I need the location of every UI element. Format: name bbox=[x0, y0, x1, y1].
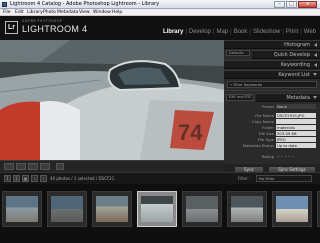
minimize-button[interactable]: – bbox=[274, 1, 285, 8]
histogram-header[interactable]: Histogram bbox=[224, 40, 320, 49]
file-type-field: JPEG bbox=[276, 137, 316, 142]
menu-bar: File Edit Library Photo Metadata View Wi… bbox=[0, 9, 320, 16]
thumbnail-image bbox=[231, 196, 263, 222]
filmstrip-info[interactable]: 40 photos / 1 selected / DSCF21 bbox=[50, 176, 114, 181]
menu-file[interactable]: File bbox=[3, 9, 11, 16]
menu-library[interactable]: Library bbox=[27, 9, 43, 16]
module-print[interactable]: Print bbox=[286, 29, 298, 35]
grid-view-button[interactable] bbox=[4, 163, 14, 170]
aircraft-photo: 74 bbox=[0, 40, 224, 160]
module-book[interactable]: Book bbox=[234, 29, 248, 35]
panel-divider bbox=[224, 90, 320, 91]
back-button[interactable]: ‹ bbox=[31, 175, 38, 182]
filter-select[interactable]: No Filter bbox=[256, 175, 312, 182]
filmstrip-thumbnail[interactable] bbox=[227, 191, 267, 227]
folder-field[interactable]: materials bbox=[276, 125, 316, 130]
quick-develop-header[interactable]: Quick Develop bbox=[252, 50, 320, 59]
expand-triangle-icon bbox=[313, 73, 317, 76]
thumbnail-image bbox=[51, 196, 83, 222]
window-title: Lightroom 4 Catalog - Adobe Photoshop Li… bbox=[10, 1, 160, 7]
title-bar: Lightroom 4 Catalog - Adobe Photoshop Li… bbox=[0, 0, 320, 9]
lightroom-logo: Lr bbox=[5, 21, 18, 34]
menu-help[interactable]: Help bbox=[112, 9, 122, 16]
rating-label: Rating bbox=[261, 154, 274, 159]
thumbnail-image bbox=[186, 196, 218, 222]
metadata-view-select[interactable]: EXIF and IPTC bbox=[226, 94, 254, 101]
right-panel: Histogram Defaults Quick Develop Keyword… bbox=[224, 40, 320, 164]
filmstrip-bar: 1 2 ▦ ‹ › 40 photos / 1 selected / DSCF2… bbox=[0, 172, 320, 184]
thumbnail-image bbox=[6, 196, 38, 222]
viewer-toolbar bbox=[0, 160, 224, 172]
module-library[interactable]: Library bbox=[163, 29, 183, 35]
display-two-icon[interactable]: 2 bbox=[13, 175, 20, 182]
field-label: Metadata Status bbox=[242, 143, 274, 148]
preset-label: Preset bbox=[262, 104, 274, 109]
product-subtitle: ADOBE PHOTOSHOP bbox=[22, 19, 63, 23]
field-label: File Size bbox=[258, 131, 274, 136]
thumbnail-image bbox=[96, 196, 128, 222]
menu-photo[interactable]: Photo bbox=[43, 9, 56, 16]
filmstrip-thumbnail[interactable] bbox=[47, 191, 87, 227]
metadata-header[interactable]: Metadata bbox=[256, 93, 320, 102]
maximize-button[interactable]: □ bbox=[286, 1, 297, 8]
compare-view-button[interactable] bbox=[28, 163, 38, 170]
app-icon bbox=[2, 2, 7, 7]
filter-keywords-input[interactable]: ⌕ Filter Keywords bbox=[227, 81, 317, 88]
file-size-field: 503.59 KB bbox=[276, 131, 316, 136]
keyword-list-header[interactable]: Keyword List bbox=[224, 70, 320, 79]
display-one-icon[interactable]: 1 bbox=[4, 175, 11, 182]
filmstrip-thumbnail[interactable] bbox=[272, 191, 312, 227]
thumbnail-image bbox=[141, 196, 173, 222]
preset-select[interactable]: None bbox=[276, 104, 316, 109]
module-picker: Library | Develop | Map | Book | Slideshow | Print… bbox=[162, 29, 316, 35]
loupe-view-button[interactable] bbox=[16, 163, 26, 170]
grid-icon[interactable]: ▦ bbox=[22, 175, 29, 182]
painter-tool-icon[interactable] bbox=[56, 163, 64, 170]
photo-viewer[interactable]: 74 bbox=[0, 40, 224, 160]
field-label: File Name bbox=[255, 113, 274, 118]
identity-plate: Lr ADOBE PHOTOSHOP LIGHTROOM 4 Library | D… bbox=[0, 16, 320, 40]
filmstrip-thumbnail[interactable] bbox=[92, 191, 132, 227]
filter-label: Filter : bbox=[238, 176, 251, 181]
menu-edit[interactable]: Edit bbox=[15, 9, 24, 16]
collapse-triangle-icon bbox=[314, 63, 317, 67]
file-name-field[interactable]: DSCF2915.JPG bbox=[276, 113, 316, 118]
filmstrip-thumbnail-selected[interactable] bbox=[137, 191, 177, 227]
module-develop[interactable]: Develop bbox=[189, 29, 211, 35]
survey-view-button[interactable] bbox=[40, 163, 50, 170]
metadata-status-field: Up to date bbox=[276, 143, 316, 148]
quick-develop-preset-select[interactable]: Defaults bbox=[226, 50, 250, 56]
filmstrip[interactable] bbox=[0, 184, 320, 243]
field-label: Folder bbox=[262, 125, 274, 130]
menu-window[interactable]: Window bbox=[93, 9, 111, 16]
svg-text:74: 74 bbox=[178, 120, 203, 145]
filmstrip-thumbnail[interactable] bbox=[2, 191, 42, 227]
product-name: LIGHTROOM 4 bbox=[22, 24, 88, 34]
collapse-triangle-icon bbox=[314, 53, 317, 57]
forward-button[interactable]: › bbox=[40, 175, 47, 182]
filmstrip-thumbnail[interactable] bbox=[182, 191, 222, 227]
module-web[interactable]: Web bbox=[304, 29, 316, 35]
rating-stars[interactable]: • • • • • bbox=[277, 154, 294, 159]
module-slideshow[interactable]: Slideshow bbox=[253, 29, 280, 35]
menu-view[interactable]: View bbox=[79, 9, 90, 16]
keywording-header[interactable]: Keywording bbox=[224, 60, 320, 69]
expand-triangle-icon bbox=[313, 96, 317, 99]
copy-name-field[interactable] bbox=[276, 119, 316, 124]
menu-metadata[interactable]: Metadata bbox=[57, 9, 78, 16]
thumbnail-image bbox=[276, 196, 308, 222]
collapse-triangle-icon bbox=[314, 43, 317, 47]
field-label: File Type bbox=[257, 137, 274, 142]
field-label: Copy Name bbox=[251, 119, 274, 124]
close-button[interactable]: x bbox=[298, 1, 317, 8]
module-map[interactable]: Map bbox=[216, 29, 228, 35]
